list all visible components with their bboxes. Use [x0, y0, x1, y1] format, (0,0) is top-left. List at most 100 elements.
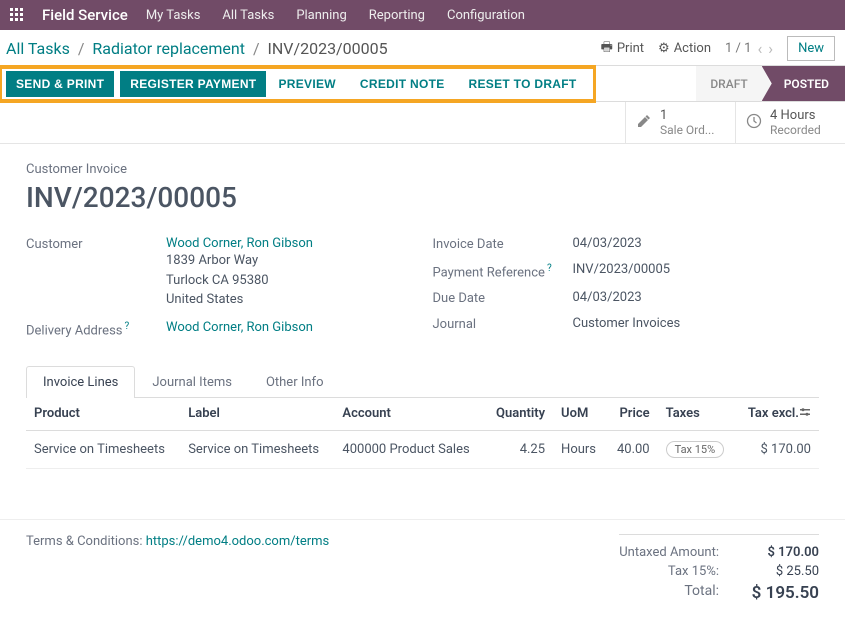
print-icon: 🖶	[601, 38, 613, 60]
sale-count: 1	[660, 108, 714, 123]
status-bar: SEND & PRINT REGISTER PAYMENT PREVIEW CR…	[0, 66, 845, 102]
register-payment-button[interactable]: REGISTER PAYMENT	[120, 71, 266, 97]
breadcrumb-current: INV/2023/00005	[268, 39, 388, 58]
journal-label: Journal	[433, 316, 573, 332]
menu-my-tasks[interactable]: My Tasks	[146, 8, 201, 23]
totals-box: Untaxed Amount: $ 170.00 Tax 15%: $ 25.5…	[619, 534, 819, 605]
gear-icon: ⚙	[658, 41, 670, 56]
customer-link[interactable]: Wood Corner, Ron Gibson	[166, 236, 313, 251]
col-tax-excl[interactable]: Tax excl.	[736, 398, 819, 431]
hours-count: 4 Hours	[770, 108, 821, 123]
cell-label[interactable]: Service on Timesheets	[180, 430, 334, 468]
help-icon[interactable]: ?	[547, 263, 552, 274]
total-label: Total:	[619, 583, 719, 603]
due-date-label: Due Date	[433, 290, 573, 306]
cell-uom[interactable]: Hours	[553, 430, 607, 468]
table-row[interactable]: Service on Timesheets Service on Timeshe…	[26, 430, 819, 468]
print-button[interactable]: 🖶 Print	[601, 38, 644, 60]
terms-text: Terms & Conditions: https://demo4.odoo.c…	[26, 534, 329, 549]
tax-label: Tax 15%:	[619, 564, 719, 579]
menu-configuration[interactable]: Configuration	[447, 8, 525, 23]
col-uom[interactable]: UoM	[553, 398, 607, 431]
col-quantity[interactable]: Quantity	[485, 398, 553, 431]
cell-product[interactable]: Service on Timesheets	[26, 430, 180, 468]
col-account[interactable]: Account	[334, 398, 484, 431]
col-label[interactable]: Label	[180, 398, 334, 431]
invoice-lines-table: Product Label Account Quantity UoM Price…	[26, 398, 819, 469]
breadcrumb-all-tasks[interactable]: All Tasks	[6, 39, 70, 58]
smart-button-row: 1 Sale Ord... 4 Hours Recorded	[0, 102, 845, 144]
terms-label: Terms & Conditions:	[26, 534, 146, 549]
total-value: $ 195.50	[749, 583, 819, 603]
pager: 1 / 1 ‹ ›	[725, 39, 773, 58]
reset-draft-button[interactable]: RESET TO DRAFT	[457, 71, 589, 97]
terms-link[interactable]: https://demo4.odoo.com/terms	[146, 534, 330, 549]
form-tabs: Invoice Lines Journal Items Other Info	[26, 366, 819, 398]
sale-order-smart-button[interactable]: 1 Sale Ord...	[625, 102, 735, 143]
invoice-date-label: Invoice Date	[433, 236, 573, 252]
addr-line2: Turlock CA 95380	[166, 271, 313, 291]
tax-tag[interactable]: Tax 15%	[666, 441, 725, 458]
preview-button[interactable]: PREVIEW	[266, 71, 347, 97]
tab-invoice-lines[interactable]: Invoice Lines	[26, 366, 135, 398]
due-date-value[interactable]: 04/03/2023	[573, 290, 642, 305]
breadcrumbs: All Tasks / Radiator replacement / INV/2…	[6, 39, 388, 58]
cell-price[interactable]: 40.00	[607, 430, 658, 468]
hours-label: Recorded	[770, 123, 821, 137]
untaxed-value: $ 170.00	[749, 545, 819, 560]
app-brand[interactable]: Field Service	[42, 6, 128, 24]
menu-all-tasks[interactable]: All Tasks	[222, 8, 274, 23]
customer-address: 1839 Arbor Way Turlock CA 95380 United S…	[166, 251, 313, 310]
sale-label: Sale Ord...	[660, 123, 714, 137]
cell-account[interactable]: 400000 Product Sales	[334, 430, 484, 468]
breadcrumb-sep: /	[78, 39, 85, 58]
hours-recorded-smart-button[interactable]: 4 Hours Recorded	[735, 102, 845, 143]
apps-icon[interactable]	[10, 8, 24, 22]
new-button[interactable]: New	[787, 36, 835, 61]
menu-planning[interactable]: Planning	[296, 8, 346, 23]
top-navbar: Field Service My Tasks All Tasks Plannin…	[0, 0, 845, 30]
breadcrumb-sep: /	[253, 39, 260, 58]
credit-note-button[interactable]: CREDIT NOTE	[348, 71, 457, 97]
form-footer: Terms & Conditions: https://demo4.odoo.c…	[0, 519, 845, 631]
payref-label: Payment Reference?	[433, 262, 573, 280]
control-right: 🖶 Print ⚙ Action 1 / 1 ‹ › New	[601, 36, 835, 61]
print-label: Print	[617, 41, 644, 56]
pager-prev-icon[interactable]: ‹	[757, 39, 762, 58]
invoice-title: INV/2023/00005	[26, 181, 819, 214]
tab-other-info[interactable]: Other Info	[249, 366, 341, 398]
status-posted[interactable]: POSTED	[762, 66, 845, 101]
form-body: Customer Invoice INV/2023/00005 Customer…	[0, 144, 845, 479]
highlighted-actions: SEND & PRINT REGISTER PAYMENT PREVIEW CR…	[0, 65, 596, 103]
pager-text[interactable]: 1 / 1	[725, 41, 751, 56]
section-label: Customer Invoice	[26, 162, 819, 177]
delivery-link[interactable]: Wood Corner, Ron Gibson	[166, 320, 313, 335]
payref-value[interactable]: INV/2023/00005	[573, 262, 671, 277]
col-taxes[interactable]: Taxes	[658, 398, 736, 431]
journal-value[interactable]: Customer Invoices	[573, 316, 681, 331]
customer-label: Customer	[26, 236, 166, 252]
status-indicator: DRAFT POSTED	[696, 66, 845, 101]
action-button[interactable]: ⚙ Action	[658, 41, 711, 56]
tab-journal-items[interactable]: Journal Items	[135, 366, 249, 398]
send-print-button[interactable]: SEND & PRINT	[6, 71, 114, 97]
pager-next-icon[interactable]: ›	[768, 39, 773, 58]
cell-taxes[interactable]: Tax 15%	[658, 430, 736, 468]
breadcrumb-task[interactable]: Radiator replacement	[92, 39, 245, 58]
clock-icon	[746, 113, 762, 133]
untaxed-label: Untaxed Amount:	[619, 545, 719, 560]
help-icon[interactable]: ?	[125, 321, 130, 332]
tax-value: $ 25.50	[749, 564, 819, 579]
addr-line1: 1839 Arbor Way	[166, 251, 313, 271]
col-price[interactable]: Price	[607, 398, 658, 431]
invoice-date-value[interactable]: 04/03/2023	[573, 236, 642, 251]
cell-tax-excl: $ 170.00	[736, 430, 819, 468]
pencil-icon	[636, 113, 652, 133]
col-product[interactable]: Product	[26, 398, 180, 431]
status-draft[interactable]: DRAFT	[696, 66, 761, 101]
menu-reporting[interactable]: Reporting	[369, 8, 425, 23]
column-settings-icon[interactable]	[799, 406, 811, 422]
control-bar: All Tasks / Radiator replacement / INV/2…	[0, 30, 845, 66]
main-menu: My Tasks All Tasks Planning Reporting Co…	[146, 8, 525, 23]
cell-quantity[interactable]: 4.25	[485, 430, 553, 468]
